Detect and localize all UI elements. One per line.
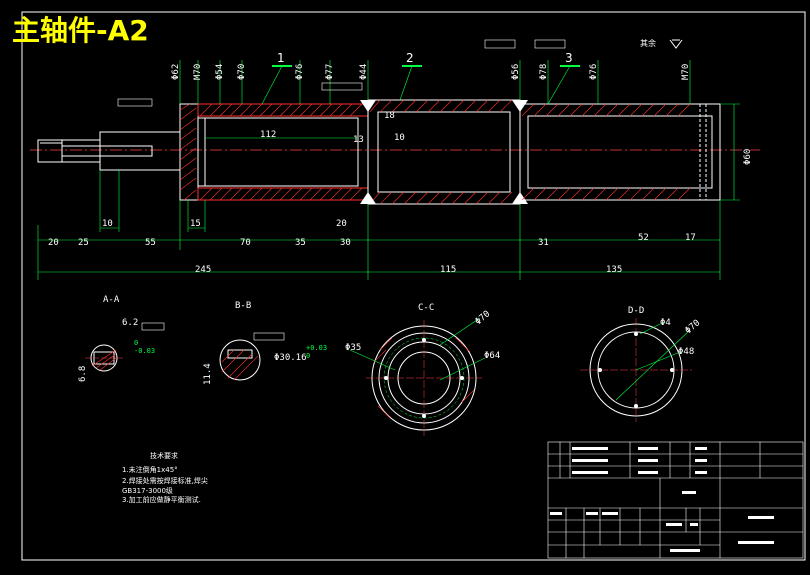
dia-label: M70: [681, 64, 691, 80]
dim-10: 10: [394, 133, 405, 143]
section-bb-label: B-B: [235, 301, 251, 311]
dim-70: 70: [240, 238, 251, 248]
dia-label: Φ62: [171, 64, 181, 80]
dia-label: Φ44: [359, 64, 369, 80]
dim-115: 115: [440, 265, 456, 275]
drawing-svg: 主轴件-A2 其余 1 2 3 Φ62 M70 Φ54 Φ70 Φ76 Φ77 …: [12, 11, 806, 561]
dd-d1: Φ4: [660, 318, 671, 328]
cc-d2: Φ35: [345, 343, 361, 353]
dim-30: 30: [340, 238, 351, 248]
dim-245: 245: [195, 265, 211, 275]
dia-label: Φ54: [215, 64, 225, 80]
top-diameter-labels: Φ62 M70 Φ54 Φ70 Φ76 Φ77 Φ44 Φ56 Φ78 Φ76 …: [171, 64, 691, 80]
section-dd: D-D Φ4 Φ70 Φ48: [580, 306, 702, 422]
notes-line: 1.未注倒角1x45°: [122, 465, 178, 474]
dia-label: Φ78: [539, 64, 549, 80]
cc-d3: Φ64: [484, 351, 500, 361]
notes-line: GB317-3000级: [122, 486, 173, 495]
drawing-title: 主轴件-A2: [12, 14, 149, 47]
dim-17: 17: [685, 233, 696, 243]
dim-20b: 20: [336, 219, 347, 229]
callout-1: 1: [277, 51, 285, 65]
dim-25: 25: [78, 238, 89, 248]
dim-20: 20: [48, 238, 59, 248]
technical-notes: 技术要求 1.未注倒角1x45° 2.焊接处需按焊接标准,焊尖 GB317-30…: [122, 451, 208, 504]
dim-18: 18: [384, 111, 395, 121]
notes-line: 2.焊接处需按焊接标准,焊尖: [122, 476, 208, 485]
section-bb: B-B Φ30.16 +0.03 0 11.4: [203, 301, 327, 385]
dia-label: Φ70: [237, 64, 247, 80]
cc-d1: Φ70: [474, 309, 493, 327]
bottom-dims-row2: 245 115 135: [195, 265, 622, 275]
bb-dia: Φ30.16: [274, 353, 307, 363]
aa-tol: 0 -0.03: [134, 339, 155, 355]
corner-mark: 其余: [640, 38, 656, 48]
callout-2: 2: [406, 51, 414, 65]
roughness-icon: [669, 39, 683, 49]
bb-tol: +0.03 0: [306, 344, 327, 360]
dd-d3: Φ48: [678, 347, 694, 357]
dia-label: M70: [193, 64, 203, 80]
aa-depth: 6.8: [78, 366, 88, 382]
dia-label-right: Φ60: [743, 149, 753, 165]
dim-13: 13: [353, 135, 364, 145]
title-block-text-marks: [550, 447, 774, 552]
dia-label: Φ56: [511, 64, 521, 80]
notes-line: 3.加工前应做静平衡测试.: [122, 495, 201, 504]
dim-55: 55: [145, 238, 156, 248]
dim-35: 35: [295, 238, 306, 248]
dia-label: Φ76: [295, 64, 305, 80]
dim-52: 52: [638, 233, 649, 243]
dim-135: 135: [606, 265, 622, 275]
dim-31: 31: [538, 238, 549, 248]
shaft-main-view: [30, 39, 760, 280]
aa-width: 6.2: [122, 318, 138, 328]
section-aa: A-A 6.2 0 -0.03 6.8: [78, 295, 165, 382]
notes-heading: 技术要求: [150, 451, 178, 460]
section-aa-label: A-A: [103, 295, 120, 305]
dim-15: 15: [190, 219, 201, 229]
dia-label: Φ77: [325, 64, 335, 80]
bottom-dims-row1: 20 25 55 10 15 70 35 30 20 31 52 17: [48, 219, 696, 248]
dim-112: 112: [260, 130, 276, 140]
dim-10: 10: [102, 219, 113, 229]
section-cc-label: C-C: [418, 303, 434, 313]
bb-depth: 11.4: [203, 363, 213, 385]
section-cc: C-C Φ70 Φ35 Φ64: [345, 303, 500, 436]
section-dd-label: D-D: [628, 306, 644, 316]
callout-3: 3: [565, 51, 573, 65]
cad-drawing-canvas[interactable]: 主轴件-A2 其余 1 2 3 Φ62 M70 Φ54 Φ70 Φ76 Φ77 …: [0, 0, 810, 575]
dia-label: Φ76: [589, 64, 599, 80]
